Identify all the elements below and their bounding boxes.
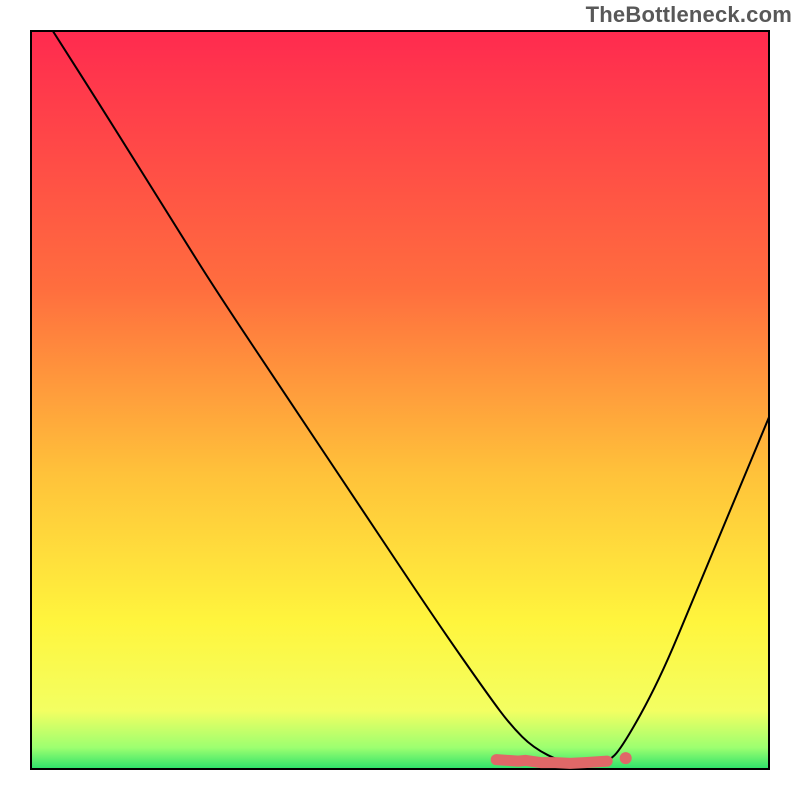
- chart-background: [30, 30, 770, 770]
- chart-svg: [30, 30, 770, 770]
- chart-container: TheBottleneck.com: [0, 0, 800, 800]
- chart-plot: [30, 30, 770, 770]
- watermark-text: TheBottleneck.com: [586, 2, 792, 28]
